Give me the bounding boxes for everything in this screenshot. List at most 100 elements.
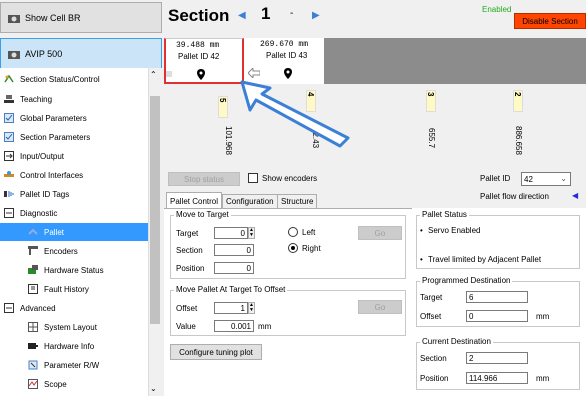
tree-item-label: Input/Output	[20, 151, 65, 161]
pallet-flow-label: Pallet flow direction	[480, 192, 549, 201]
tree-item-diagnostic[interactable]: Diagnostic	[4, 204, 57, 222]
section-label: Section	[176, 246, 203, 255]
pallet-42-card[interactable]: 39.488 mm Pallet ID 42	[164, 38, 244, 84]
tab-structure[interactable]: Structure	[277, 194, 318, 208]
marker-2-label: 2	[513, 92, 522, 97]
tree-item-hardware-info[interactable]: Hardware Info	[28, 337, 94, 355]
offset-spinner[interactable]: ▲ ▼	[248, 302, 255, 314]
layout-icon	[28, 322, 38, 332]
tree-item-label: Section Parameters	[20, 132, 91, 142]
tree-item-pallet[interactable]: Pallet	[0, 223, 148, 241]
tree-item-advanced[interactable]: Advanced	[4, 299, 56, 317]
param-icon	[28, 360, 38, 370]
history-icon	[28, 284, 38, 294]
pallet-43-position: 269.670 mm	[260, 40, 309, 49]
tree-item-label: System Layout	[44, 322, 97, 332]
collapse-icon[interactable]	[4, 208, 14, 218]
prog-offset-label: Offset	[420, 312, 442, 321]
tree-item-encoders[interactable]: Encoders	[28, 242, 78, 260]
cur-section-label: Section	[420, 354, 447, 363]
pallet-43-id: Pallet ID 43	[266, 51, 308, 60]
tree-item-section-parameters[interactable]: Section Parameters	[4, 128, 90, 146]
tree-item-teaching[interactable]: Teaching	[4, 90, 52, 108]
right-radio[interactable]	[288, 243, 298, 253]
tree-item-hardware-status[interactable]: Hardware Status	[28, 261, 104, 279]
left-arrow-icon	[248, 68, 260, 78]
status-bullet-icon: •	[420, 226, 423, 235]
tab-pallet-control[interactable]: Pallet Control	[166, 192, 223, 209]
teaching-icon	[4, 95, 14, 103]
go-button[interactable]: Go	[358, 226, 402, 240]
value-input[interactable]: 0.001	[214, 320, 254, 332]
tab-configuration[interactable]: Configuration	[222, 194, 278, 208]
value-label: Value	[176, 322, 196, 331]
show-encoders-label: Show encoders	[262, 174, 318, 183]
go-offset-button[interactable]: Go	[358, 300, 402, 314]
cur-position-input[interactable]: 114.966	[466, 372, 528, 384]
prog-target-input[interactable]: 6	[466, 291, 528, 303]
chevron-down-icon: ⌄	[560, 174, 567, 183]
section-input[interactable]: 0	[214, 244, 254, 256]
io-icon	[4, 151, 14, 161]
scope-icon	[28, 379, 38, 389]
left-radio[interactable]	[288, 227, 298, 237]
target-label: Target	[176, 229, 199, 238]
configure-tuning-plot-button[interactable]: Configure tuning plot	[170, 344, 262, 360]
offset-input[interactable]: 1	[214, 302, 248, 314]
location-pin-icon	[197, 69, 205, 80]
cur-position-label: Position	[420, 374, 449, 383]
track-gray-area	[324, 38, 586, 84]
tree-item-system-layout[interactable]: System Layout	[28, 318, 97, 336]
cur-section-input[interactable]: 2	[466, 352, 528, 364]
section-dropdown-icon[interactable]: -	[290, 8, 293, 19]
show-encoders-checkbox[interactable]	[248, 173, 258, 183]
tree-item-label: Advanced	[20, 303, 56, 313]
cur-position-unit: mm	[536, 374, 550, 383]
servo-enabled-text: Servo Enabled	[428, 226, 481, 235]
pallet-id-label: Pallet ID	[480, 174, 511, 183]
tree-item-pallet-id-tags[interactable]: Pallet ID Tags	[4, 185, 69, 203]
position-input[interactable]: 0	[214, 262, 254, 274]
target-spinner[interactable]: ▲ ▼	[248, 227, 255, 239]
tree-item-scope[interactable]: Scope	[28, 375, 67, 393]
disable-section-button[interactable]: Disable Section	[514, 13, 586, 29]
section-status-icon	[4, 74, 14, 83]
pallet-id-select[interactable]: 42 ⌄	[521, 172, 571, 186]
section-title: Section	[168, 6, 230, 25]
drag-handle[interactable]	[166, 71, 172, 77]
stop-status-button[interactable]: Stop status	[168, 172, 240, 186]
tree-item-control-interfaces[interactable]: Control Interfaces	[4, 166, 83, 184]
show-cell-br-button[interactable]: Show Cell BR	[0, 2, 162, 33]
tree-item-label: Diagnostic	[20, 208, 58, 218]
tree-item-label: Scope	[44, 379, 67, 389]
left-radio-label: Left	[302, 228, 316, 237]
current-destination-title: Current Destination	[420, 337, 493, 346]
status-bullet-icon: •	[420, 255, 423, 264]
pallet-42-id: Pallet ID 42	[178, 52, 220, 61]
prog-offset-input[interactable]: 0	[466, 310, 528, 322]
marker-2-value: 886.658	[514, 126, 523, 155]
tree-scrollbar-thumb[interactable]	[150, 96, 160, 324]
section-number[interactable]: 1	[261, 4, 270, 24]
scroll-up-icon[interactable]: ⌃	[150, 70, 157, 79]
avip-500-button[interactable]: AVIP 500	[0, 38, 162, 69]
programmed-destination-title: Programmed Destination	[420, 276, 513, 285]
target-input[interactable]: 0	[214, 227, 248, 239]
tree-item-input-output[interactable]: Input/Output	[4, 147, 64, 165]
camera-icon	[8, 50, 20, 59]
tree-item-parameter-rw[interactable]: Parameter R/W	[28, 356, 99, 374]
tree-item-section-status[interactable]: Section Status/Control	[4, 70, 100, 88]
encoder-icon	[28, 246, 38, 255]
move-to-target-title: Move to Target	[174, 210, 231, 219]
collapse-icon[interactable]	[4, 303, 14, 313]
flow-direction-icon: ◀	[572, 191, 579, 200]
tree-item-global-parameters[interactable]: Global Parameters	[4, 109, 87, 127]
tree-item-label: Global Parameters	[20, 113, 87, 123]
control-icon	[4, 171, 14, 177]
marker-5-value: 101.968	[224, 126, 233, 155]
next-section-icon[interactable]: ▶	[312, 10, 320, 21]
tree-item-label: Hardware Info	[44, 341, 95, 351]
previous-section-icon[interactable]: ◀	[238, 10, 246, 21]
tree-item-fault-history[interactable]: Fault History	[28, 280, 89, 298]
scroll-down-icon[interactable]: ⌄	[150, 384, 157, 393]
